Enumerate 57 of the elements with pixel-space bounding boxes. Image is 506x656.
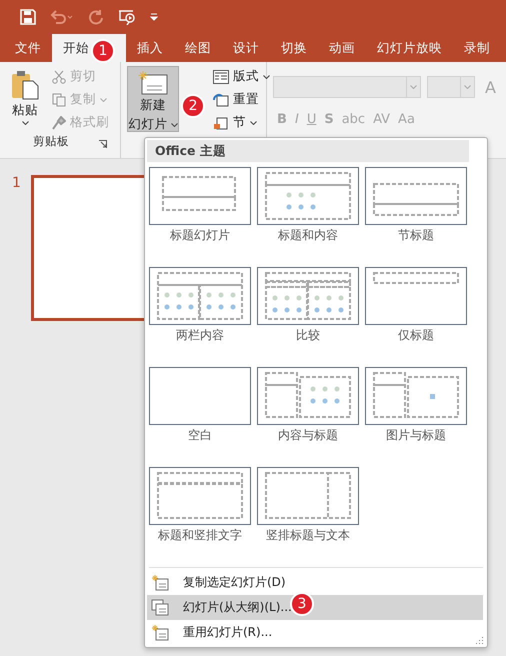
ribbon-tab[interactable]: 动画 — [318, 34, 366, 62]
slide-number: 1 — [12, 175, 21, 193]
layout-option[interactable]: 比较 — [257, 267, 359, 367]
dialog-launcher-icon[interactable] — [99, 140, 108, 148]
step-badge: 1 — [91, 39, 115, 63]
ribbon-tab[interactable]: 开始 1 — [52, 34, 126, 62]
new-slide-icon — [138, 71, 168, 95]
layout-option[interactable]: 标题和内容 — [257, 167, 359, 267]
presentation-icon[interactable] — [118, 9, 136, 25]
font-name-field[interactable] — [273, 76, 422, 98]
resize-grip-icon[interactable] — [476, 636, 484, 644]
group-label: 剪贴板 — [33, 134, 70, 150]
ribbon-tab[interactable]: 设计 — [222, 34, 270, 62]
ribbon-tab[interactable]: 绘图 — [174, 34, 222, 62]
ribbon-tab[interactable]: 插入 — [126, 34, 174, 62]
reset-button[interactable]: 重置 — [211, 89, 272, 110]
caret-icon — [263, 74, 270, 78]
copy-icon — [52, 92, 66, 106]
layout-option[interactable]: 空白 — [149, 367, 251, 467]
paintbrush-icon — [52, 116, 66, 130]
layout-option[interactable]: 仅标题 — [365, 267, 467, 367]
layout-option[interactable]: 图片与标题 — [365, 367, 467, 467]
slides-stack-icon — [151, 598, 169, 616]
reset-icon — [213, 92, 230, 106]
caret-icon — [464, 85, 472, 89]
font-size-field[interactable] — [427, 76, 476, 98]
menu-header: Office 主题 — [147, 140, 469, 162]
new-slide-icon — [151, 574, 169, 592]
menu-item[interactable]: 重用幻灯片(R)... — [147, 620, 483, 645]
layout-option[interactable]: 竖排标题与文本 — [257, 467, 359, 567]
menu-item[interactable]: 复制选定幻灯片(D) — [147, 570, 483, 595]
ribbon-tab[interactable]: 文件 — [4, 34, 52, 62]
section-button[interactable]: 节 — [211, 112, 272, 133]
layout-option[interactable]: 两栏内容 — [149, 267, 251, 367]
caret-icon — [410, 85, 418, 89]
ribbon-tab[interactable]: 录制 — [453, 34, 501, 62]
customize-dropdown-icon[interactable] — [150, 13, 158, 21]
layout-icon — [213, 70, 230, 84]
new-slide-button[interactable]: 新建 幻灯片 — [127, 66, 180, 132]
save-icon[interactable] — [20, 9, 36, 25]
clipboard-icon — [11, 70, 39, 100]
layout-option[interactable]: 节标题 — [365, 167, 467, 267]
caret-icon — [250, 120, 258, 124]
step-badge: 2 — [181, 94, 206, 118]
caret-icon — [170, 122, 178, 126]
new-slide-icon — [151, 624, 169, 642]
section-icon — [213, 116, 230, 130]
caret-icon — [100, 98, 107, 102]
ribbon-tab[interactable]: 切换 — [270, 34, 318, 62]
layout-button[interactable]: 版式 — [211, 66, 272, 87]
ribbon-tab[interactable]: 幻灯片放映 — [366, 34, 453, 62]
scissors-icon — [52, 70, 66, 84]
layout-option[interactable]: 内容与标题 — [257, 367, 359, 467]
layout-option[interactable]: 标题幻灯片 — [149, 167, 251, 267]
paste-button[interactable]: 粘贴 — [6, 66, 44, 132]
caret-icon — [22, 121, 28, 125]
layout-option[interactable]: 标题和竖排文字 — [149, 467, 251, 567]
